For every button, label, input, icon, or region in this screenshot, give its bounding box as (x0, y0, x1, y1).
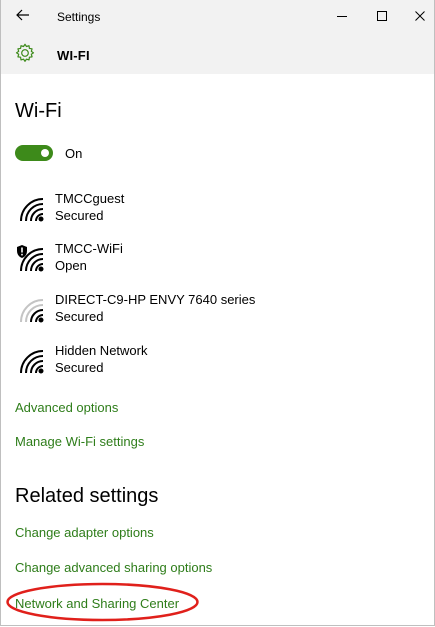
network-item-direct-hp[interactable]: DIRECT-C9-HP ENVY 7640 series Secured (17, 292, 417, 332)
page-header: WI-FI (1, 32, 434, 74)
wifi-signal-icon (20, 198, 44, 222)
title-bar: Settings (1, 0, 434, 32)
network-item-tmcc-wifi[interactable]: TMCC-WiFi Open (17, 241, 417, 281)
wifi-signal-icon (20, 350, 44, 374)
network-status: Secured (55, 309, 104, 324)
network-status: Secured (55, 208, 104, 223)
wifi-toggle-label: On (65, 146, 83, 161)
network-name: TMCCguest (55, 191, 125, 206)
network-name: DIRECT-C9-HP ENVY 7640 series (55, 292, 256, 307)
window-title: Settings (57, 10, 101, 24)
advanced-options-link[interactable]: Advanced options (15, 400, 118, 415)
network-status: Open (55, 258, 87, 273)
change-adapter-options-link[interactable]: Change adapter options (15, 525, 154, 540)
related-settings-heading: Related settings (15, 485, 159, 507)
minimize-icon[interactable] (332, 6, 352, 26)
network-sharing-center-link[interactable]: Network and Sharing Center (15, 596, 179, 611)
manage-wifi-settings-link[interactable]: Manage Wi-Fi settings (15, 434, 144, 449)
network-item-hidden[interactable]: Hidden Network Secured (17, 343, 417, 383)
network-name: TMCC-WiFi (55, 241, 123, 256)
wifi-signal-weak-icon (20, 299, 44, 323)
back-arrow-icon[interactable] (15, 7, 31, 23)
network-status: Secured (55, 360, 104, 375)
page-title: WI-FI (57, 48, 90, 63)
settings-window: Settings WI-FI Wi-Fi On TMCCguest Secure… (0, 0, 435, 626)
shield-icon (17, 245, 27, 258)
wifi-toggle[interactable] (15, 145, 53, 161)
wifi-heading: Wi-Fi (15, 100, 62, 122)
toggle-knob (41, 149, 49, 157)
network-name: Hidden Network (55, 343, 148, 358)
gear-icon (15, 43, 35, 62)
maximize-icon[interactable] (372, 6, 392, 26)
network-item-tmccguest[interactable]: TMCCguest Secured (17, 191, 417, 231)
wifi-signal-icon (17, 245, 44, 272)
change-advanced-sharing-link[interactable]: Change advanced sharing options (15, 560, 212, 575)
close-icon[interactable] (410, 6, 430, 26)
